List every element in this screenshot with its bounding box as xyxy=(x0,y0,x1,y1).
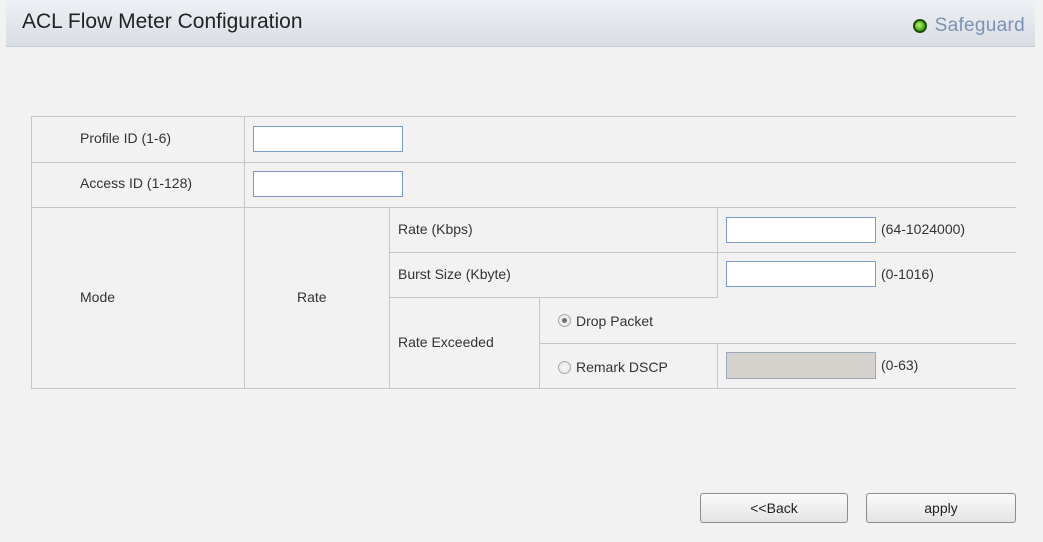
grid-line xyxy=(31,207,1016,208)
access-id-input[interactable] xyxy=(253,171,403,197)
grid-line xyxy=(717,343,718,388)
grid-line xyxy=(389,252,1016,253)
apply-button[interactable]: apply xyxy=(866,493,1016,523)
access-id-label: Access ID (1-128) xyxy=(80,175,193,191)
burst-size-range: (0-1016) xyxy=(881,266,934,282)
back-button[interactable]: <<Back xyxy=(700,493,848,523)
grid-line xyxy=(31,116,32,388)
grid-line xyxy=(389,207,390,388)
remark-dscp-label: Remark DSCP xyxy=(576,359,668,375)
drop-packet-radio[interactable] xyxy=(558,314,571,327)
grid-line xyxy=(31,162,1016,163)
grid-line xyxy=(539,297,540,388)
grid-line xyxy=(389,297,717,298)
safeguard-label: Safeguard xyxy=(934,15,1025,36)
profile-id-input[interactable] xyxy=(253,126,403,152)
grid-line xyxy=(539,343,1016,344)
rate-kbps-range: (64-1024000) xyxy=(881,221,966,237)
rate-exceeded-label: Rate Exceeded xyxy=(398,334,494,350)
mode-label: Mode xyxy=(80,289,116,305)
safeguard-indicator[interactable]: Safeguard xyxy=(912,14,1025,38)
grid-line xyxy=(31,388,1016,389)
page-title: ACL Flow Meter Configuration xyxy=(22,10,303,33)
grid-line xyxy=(717,207,718,298)
drop-packet-label: Drop Packet xyxy=(576,313,654,329)
safeguard-status-icon xyxy=(912,19,927,33)
burst-size-label: Burst Size (Kbyte) xyxy=(398,266,511,282)
remark-dscp-radio[interactable] xyxy=(558,361,571,374)
rate-kbps-input[interactable] xyxy=(726,217,876,243)
grid-line xyxy=(244,116,245,388)
profile-id-label: Profile ID (1-6) xyxy=(80,130,172,146)
rate-kbps-label: Rate (Kbps) xyxy=(398,221,473,237)
grid-line xyxy=(31,116,1016,117)
burst-size-input[interactable] xyxy=(726,261,876,287)
page-header: ACL Flow Meter Configuration Safeguard xyxy=(6,0,1035,47)
rate-label: Rate xyxy=(297,289,327,305)
remark-dscp-input[interactable] xyxy=(726,352,876,379)
remark-dscp-range: (0-63) xyxy=(881,357,919,373)
